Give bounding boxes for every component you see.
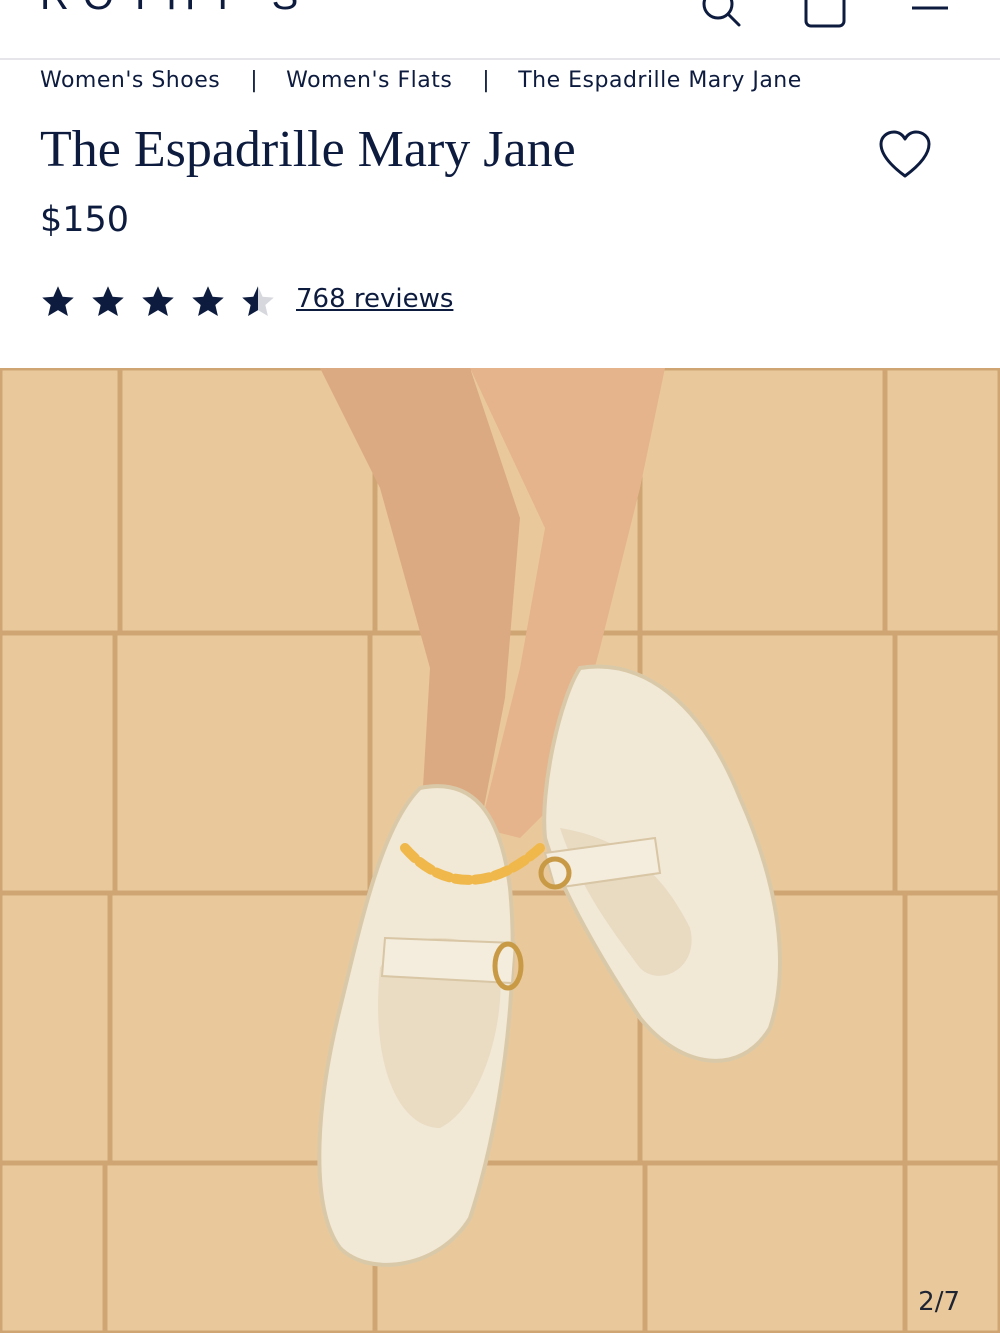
- product-price: $150: [40, 200, 130, 240]
- bag-icon[interactable]: [800, 0, 850, 34]
- reviews-link[interactable]: 768 reviews: [296, 284, 453, 314]
- breadcrumb-separator: |: [250, 67, 259, 93]
- product-photo-illustration: [0, 368, 1000, 1333]
- search-icon[interactable]: [696, 0, 744, 34]
- star-icon: [142, 286, 174, 316]
- star-icon: [192, 286, 224, 316]
- product-title: The Espadrille Mary Jane: [40, 121, 576, 178]
- product-image[interactable]: 2/7: [0, 368, 1000, 1333]
- brand-logo[interactable]: ROTHY'S: [40, 0, 312, 19]
- breadcrumb-item-womens-shoes[interactable]: Women's Shoes: [40, 68, 220, 93]
- rating-stars: [40, 284, 276, 320]
- breadcrumb-separator: |: [482, 67, 491, 93]
- star-icon: [92, 286, 124, 316]
- image-counter: 2/7: [918, 1287, 960, 1317]
- menu-icon[interactable]: [908, 0, 952, 34]
- heart-icon[interactable]: [878, 130, 932, 180]
- site-header: ROTHY'S: [0, 0, 1000, 60]
- star-icon: [42, 286, 74, 316]
- half-star-icon: [242, 286, 274, 316]
- breadcrumb-item-womens-flats[interactable]: Women's Flats: [286, 68, 452, 93]
- breadcrumb: Women's Shoes | Women's Flats | The Espa…: [40, 64, 802, 96]
- breadcrumb-item-current: The Espadrille Mary Jane: [518, 67, 802, 93]
